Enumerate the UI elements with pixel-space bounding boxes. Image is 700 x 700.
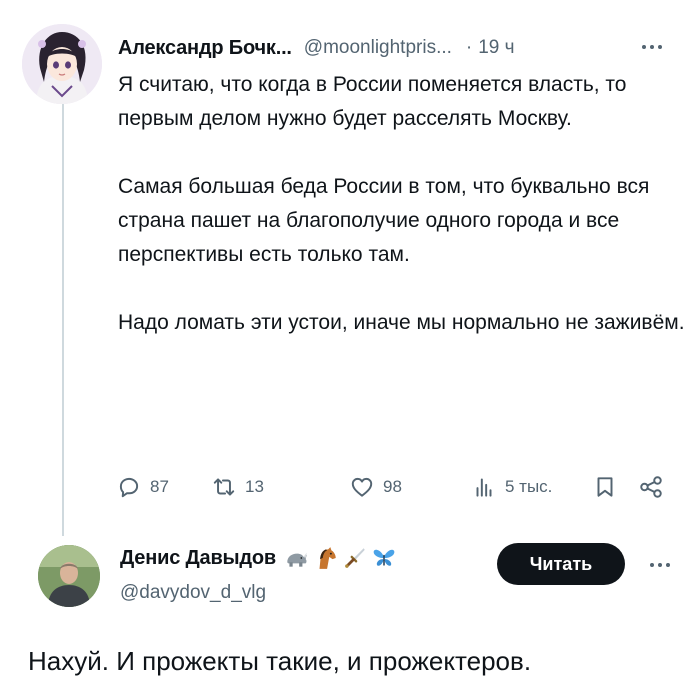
analytics-icon [476,478,492,497]
reply-header: Денис Давыдов [120,543,397,573]
reply-author-handle[interactable]: @davydov_d_vlg [120,582,266,604]
user-photo-avatar-icon [38,545,100,607]
name-emoji-row [284,545,397,571]
butterfly-emoji-icon [373,549,395,566]
rhino-emoji-icon [287,552,307,567]
thread-connector-line [62,104,64,536]
author-handle[interactable]: @moonlightpris... [304,37,452,59]
more-dot-icon [650,45,654,49]
views-button[interactable]: 5 тыс. [471,470,552,504]
tweet-paragraph: Самая большая беда России в том, что бук… [118,175,650,266]
view-count: 5 тыс. [505,477,553,496]
tweet-header: Александр Бочк... @moonlightpris... · 19… [118,33,688,63]
more-options-button[interactable] [642,45,662,49]
more-dot-icon [642,45,646,49]
author-name[interactable]: Александр Бочк... [118,37,292,60]
tweet-body: Я считаю, что когда в России поменяется … [118,68,688,340]
dagger-emoji-icon [345,548,365,568]
retweet-icon [213,478,235,496]
separator-dot: · [465,37,473,58]
retweet-button[interactable]: 13 [211,470,264,504]
tweet-paragraph: Я считаю, что когда в России поменяется … [118,73,627,130]
heart-icon [351,477,373,497]
like-count: 98 [383,477,402,496]
more-dot-icon [658,563,662,567]
reply-button[interactable]: 87 [116,470,169,504]
avatar[interactable] [38,545,100,607]
like-button[interactable]: 98 [349,470,402,504]
anime-girl-avatar-icon [22,24,102,104]
reply-body: Нахуй. И прожекты такие, и прожектеров. [28,646,532,676]
reply-icon [119,477,139,498]
more-dot-icon [666,563,670,567]
avatar[interactable] [22,24,102,104]
more-dot-icon [650,563,654,567]
share-icon [640,476,662,498]
tweet-action-bar: 87 13 98 5 тыс. [116,470,676,504]
more-dot-icon [658,45,662,49]
reply-more-options-button[interactable] [650,563,670,567]
tweet-timestamp[interactable]: 19 ч [478,37,514,59]
tweet-paragraph: Надо ломать эти устои, иначе мы нормальн… [118,311,685,334]
follow-button[interactable]: Читать [497,543,625,585]
bookmark-button[interactable] [592,470,618,504]
share-button[interactable] [638,470,664,504]
reply-author-name[interactable]: Денис Давыдов [120,547,276,570]
retweet-count: 13 [245,477,264,496]
bookmark-icon [597,477,613,497]
horse-emoji-icon [319,547,336,569]
reply-count: 87 [150,477,169,496]
